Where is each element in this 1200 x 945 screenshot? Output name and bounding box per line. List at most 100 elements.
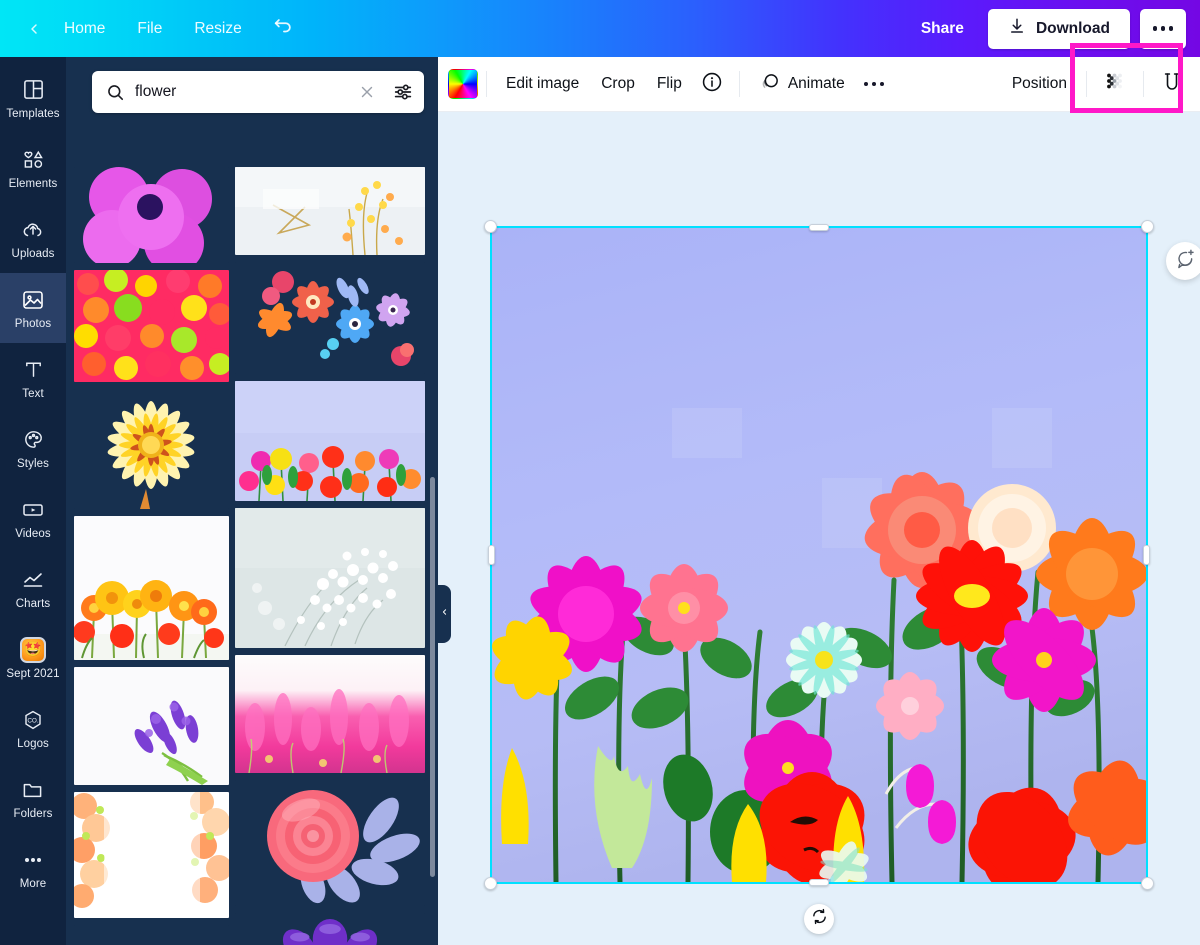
search-filter-button[interactable]	[386, 81, 414, 103]
photo-result-orange-yellow-poppies[interactable]	[74, 516, 229, 660]
back-button[interactable]	[18, 15, 48, 43]
photo-result-pink-rose-watercolor[interactable]	[235, 780, 425, 906]
search-bar-container	[66, 57, 438, 123]
resize-handle-left[interactable]	[488, 545, 495, 565]
photo-result-pink-cherry-blossom[interactable]	[74, 167, 229, 263]
search-box[interactable]	[92, 71, 424, 113]
logo-hex-icon: CO.	[20, 707, 46, 733]
animate-button[interactable]: Animate	[748, 64, 856, 105]
sidebar-item-uploads[interactable]: Uploads	[0, 203, 66, 273]
photo-results-scroll[interactable]	[66, 117, 438, 945]
topbar-left-group: Home File Resize	[0, 9, 308, 48]
add-comment-button[interactable]	[1166, 242, 1200, 280]
toolbar-divider-4	[1143, 71, 1144, 97]
share-button[interactable]: Share	[907, 13, 978, 45]
sidebar-label-templates: Templates	[6, 107, 60, 120]
clear-search-button[interactable]	[358, 83, 376, 101]
resize-handle-top-right[interactable]	[1141, 220, 1154, 233]
element-toolbar: Edit image Crop Flip Animate Position	[438, 57, 1200, 112]
crop-button[interactable]: Crop	[590, 68, 646, 100]
sidebar-item-styles[interactable]: Styles	[0, 413, 66, 483]
photo-result-pink-meadow-grass[interactable]	[235, 655, 425, 773]
photo-icon	[20, 287, 46, 313]
resize-handle-bottom[interactable]	[809, 879, 829, 886]
resize-menu[interactable]: Resize	[178, 14, 257, 44]
sidebar-item-elements[interactable]: Elements	[0, 133, 66, 203]
topbar-right-group: Share Download	[907, 8, 1200, 49]
sidebar-label-text: Text	[22, 387, 44, 400]
edit-image-button[interactable]: Edit image	[495, 68, 590, 100]
collapse-panel-button[interactable]	[437, 585, 451, 643]
photo-result-paper-flower-meadow[interactable]	[235, 381, 425, 501]
download-button[interactable]: Download	[987, 8, 1130, 49]
search-input[interactable]	[135, 83, 348, 101]
photo-result-colorful-flower-bed[interactable]	[74, 270, 229, 382]
photo-result-yellow-gazania-daisy[interactable]	[74, 389, 229, 509]
transparency-button[interactable]	[1095, 64, 1135, 105]
sidebar-label-logos: Logos	[17, 737, 49, 750]
sidebar-item-folders[interactable]: Folders	[0, 763, 66, 833]
sidebar-label-more: More	[19, 877, 47, 890]
sidebar-item-logos[interactable]: CO. Logos	[0, 693, 66, 763]
toolbar-divider-2	[738, 71, 740, 97]
photo-result-peach-rose-frame[interactable]	[74, 792, 229, 918]
sidebar-label-sept-2021: Sept 2021	[6, 667, 60, 680]
selected-image-paper-flower-meadow[interactable]	[492, 228, 1146, 882]
chevron-left-icon	[440, 605, 449, 623]
sidebar-item-more[interactable]: More	[0, 833, 66, 903]
resize-handle-right[interactable]	[1143, 545, 1150, 565]
more-dots-icon	[20, 847, 46, 873]
svg-text:CO.: CO.	[27, 717, 39, 724]
toolbar-more-button[interactable]	[856, 76, 893, 93]
sidebar-item-charts[interactable]: Charts	[0, 553, 66, 623]
sidebar-item-sept-2021[interactable]: 🤩 Sept 2021	[0, 623, 66, 693]
sidebar-item-videos[interactable]: Videos	[0, 483, 66, 553]
undo-button[interactable]	[258, 9, 308, 48]
info-button[interactable]	[693, 65, 731, 104]
download-icon	[1008, 17, 1026, 40]
resize-handle-bottom-left[interactable]	[484, 877, 497, 890]
photo-result-watercolor-flower-bouquet[interactable]	[235, 262, 425, 374]
resize-handle-top-left[interactable]	[484, 220, 497, 233]
photo-result-white-gypsophila[interactable]	[235, 508, 425, 648]
canva-editor-window: Home File Resize Share Download Template…	[0, 0, 1200, 945]
toolbar-divider-3	[1086, 71, 1087, 97]
video-icon	[20, 497, 46, 523]
photo-column-right	[235, 167, 425, 945]
transparency-icon	[1103, 70, 1127, 99]
top-menu-bar: Home File Resize Share Download	[0, 0, 1200, 57]
flip-button[interactable]: Flip	[646, 68, 693, 100]
elements-icon	[20, 147, 46, 173]
toolbar-divider	[486, 71, 487, 97]
editor-area: Edit image Crop Flip Animate Position	[438, 57, 1200, 945]
rotate-handle[interactable]	[804, 904, 834, 934]
sidebar-item-templates[interactable]: Templates	[0, 63, 66, 133]
search-icon	[106, 83, 125, 102]
photo-result-lavender-bunch[interactable]	[235, 913, 425, 945]
file-menu[interactable]: File	[121, 14, 178, 44]
more-horizontal-icon	[863, 81, 885, 87]
left-sidebar-rail: Templates Elements Uploads Photos Text S…	[0, 57, 66, 945]
photo-result-white-fabric-yellow-flowers[interactable]	[235, 167, 425, 255]
duplicate-button[interactable]	[1152, 64, 1192, 105]
chevron-left-icon	[26, 21, 42, 37]
photos-panel	[66, 57, 438, 945]
photo-result-lavender-bouquet-white[interactable]	[74, 667, 229, 785]
topbar-more-button[interactable]	[1140, 8, 1186, 49]
photo-result-purple-white-flowers[interactable]	[74, 925, 229, 945]
sidebar-item-photos[interactable]: Photos	[0, 273, 66, 343]
sidebar-label-photos: Photos	[14, 317, 52, 330]
photo-results-grid	[66, 117, 438, 945]
home-menu[interactable]: Home	[48, 14, 121, 44]
rainbow-color-swatch[interactable]	[448, 69, 478, 99]
sidebar-label-videos: Videos	[15, 527, 51, 540]
palette-icon	[20, 427, 46, 453]
resize-handle-bottom-right[interactable]	[1141, 877, 1154, 890]
position-button[interactable]: Position	[1001, 68, 1078, 100]
sidebar-item-text[interactable]: Text	[0, 343, 66, 413]
duplicate-icon	[1160, 70, 1184, 99]
sidebar-label-elements: Elements	[8, 177, 58, 190]
animate-label: Animate	[787, 75, 845, 92]
resize-handle-top[interactable]	[809, 224, 829, 231]
photos-panel-scrollbar[interactable]	[430, 477, 435, 877]
